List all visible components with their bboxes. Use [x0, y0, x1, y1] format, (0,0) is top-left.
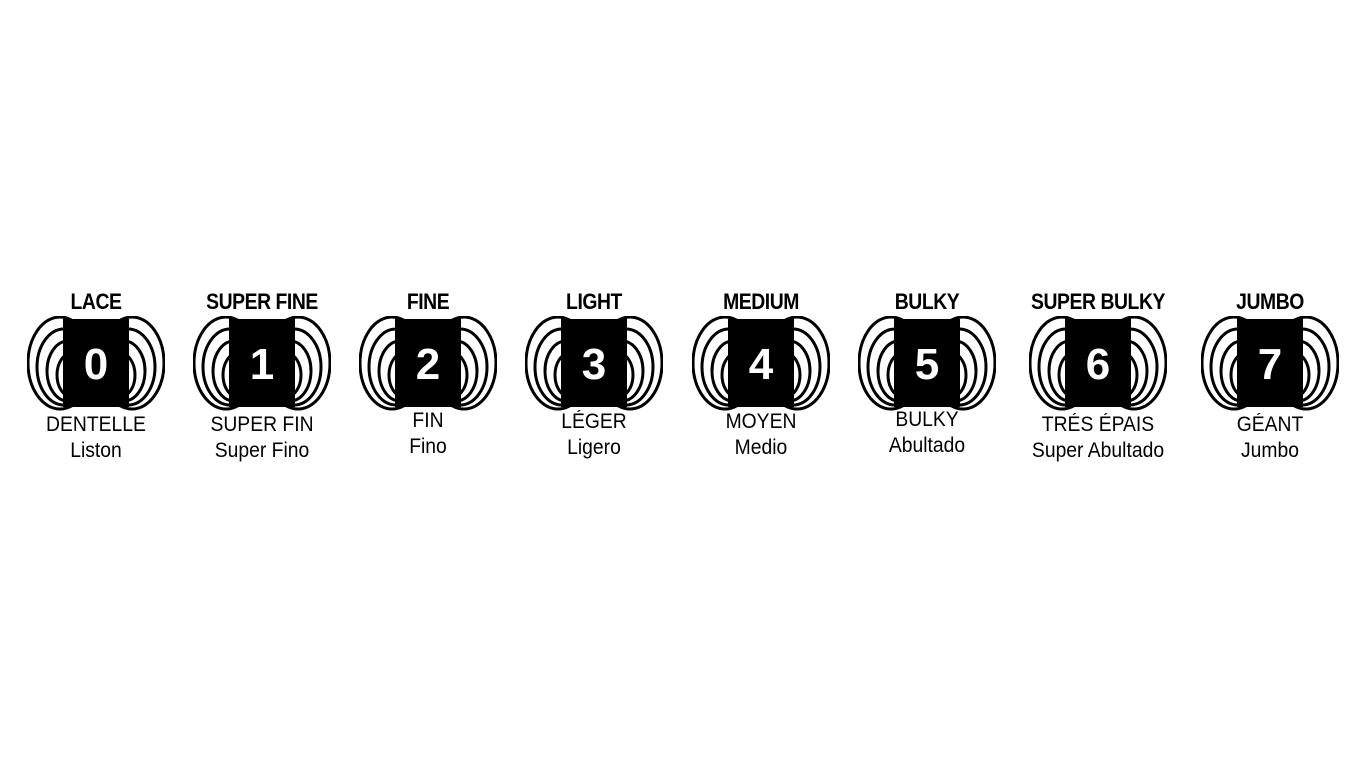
- weight-number: 5: [915, 340, 939, 389]
- yarn-skein-icon: 7: [1201, 316, 1339, 411]
- yarn-weight-item-6: SUPER BULKY 6 TRÉS ÉPAIS Super Abultado: [1013, 288, 1183, 464]
- yarn-weight-item-2: FINE 2 FIN Fino: [343, 288, 513, 460]
- weight-name: JUMBO: [1236, 289, 1304, 314]
- weight-number: 1: [250, 340, 274, 389]
- weight-number: 7: [1258, 340, 1282, 389]
- weight-name-french: BULKY: [895, 408, 959, 431]
- yarn-weight-item-0: LACE 0 DENTELLE Liston: [11, 288, 181, 464]
- weight-name-spanish: Jumbo: [1241, 439, 1299, 462]
- weight-name-spanish: Abultado: [888, 434, 966, 457]
- yarn-weight-item-5: BULKY 5 BULKY Abultado: [842, 288, 1012, 459]
- weight-number: 6: [1086, 340, 1110, 389]
- weight-number: 2: [416, 340, 440, 389]
- weight-name-french: SUPER FIN: [210, 413, 314, 436]
- yarn-weight-item-7: JUMBO 7 GÉANT Jumbo: [1185, 288, 1355, 464]
- weight-number: 0: [84, 340, 108, 389]
- weight-name-spanish: Super Abultado: [1031, 439, 1165, 462]
- weight-number: 3: [582, 340, 606, 389]
- weight-name-spanish: Fino: [409, 435, 447, 458]
- weight-name-french: LÉGER: [561, 410, 627, 433]
- weight-name: LACE: [70, 289, 122, 314]
- weight-name-french: DENTELLE: [46, 413, 146, 436]
- yarn-weight-item-4: MEDIUM 4 MOYEN Medio: [676, 288, 846, 461]
- weight-name: BULKY: [894, 289, 960, 314]
- weight-name: FINE: [406, 289, 450, 314]
- weight-name-french: TRÉS ÉPAIS: [1041, 413, 1155, 436]
- weight-name-french: FIN: [412, 409, 444, 432]
- yarn-weight-item-1: SUPER FINE 1 SUPER FIN Super Fino: [177, 288, 347, 464]
- weight-number: 4: [749, 340, 774, 389]
- weight-name-spanish: Super Fino: [214, 439, 310, 462]
- yarn-skein-icon: 0: [27, 316, 165, 411]
- yarn-skein-icon: 1: [193, 316, 331, 411]
- weight-name-spanish: Ligero: [567, 436, 621, 459]
- yarn-skein-icon: 2: [359, 316, 497, 411]
- weight-name: LIGHT: [566, 289, 622, 314]
- yarn-skein-icon: 5: [858, 316, 996, 411]
- weight-name-spanish: Medio: [734, 436, 788, 459]
- yarn-skein-icon: 4: [692, 316, 830, 411]
- weight-name-french: GÉANT: [1236, 413, 1304, 436]
- weight-name: SUPER BULKY: [1031, 289, 1165, 314]
- yarn-skein-icon: 6: [1029, 316, 1167, 411]
- weight-name: MEDIUM: [723, 289, 799, 314]
- yarn-weight-item-3: LIGHT 3 LÉGER Ligero: [509, 288, 679, 461]
- weight-name: SUPER FINE: [206, 289, 318, 314]
- weight-name-french: MOYEN: [725, 410, 797, 433]
- weight-name-spanish: Liston: [70, 439, 122, 462]
- yarn-skein-icon: 3: [525, 316, 663, 411]
